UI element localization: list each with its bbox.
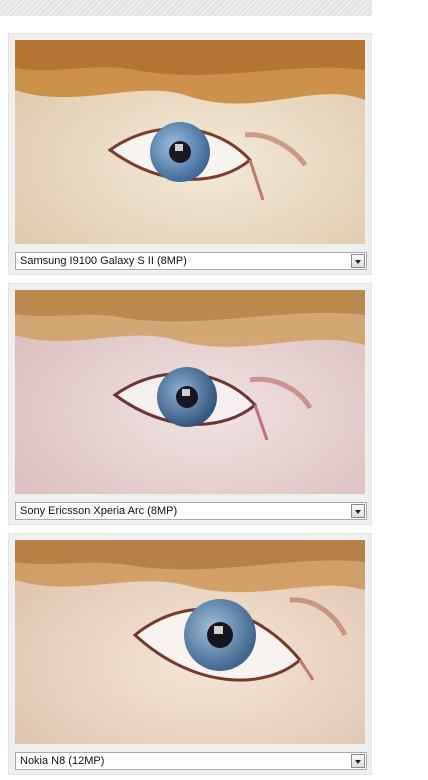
camera-select-1[interactable]: Samsung I9100 Galaxy S II (8MP): [15, 252, 367, 270]
camera-sample-panel-2: Sony Ericsson Xperia Arc (8MP): [8, 283, 372, 525]
camera-select-3-value: Nokia N8 (12MP): [20, 755, 105, 767]
top-scroll-strip: [0, 0, 372, 16]
eye-photo-2: [15, 290, 365, 494]
camera-sample-panel-3: Nokia N8 (12MP): [8, 533, 372, 775]
eye-photo-svg-2: [15, 290, 365, 494]
eye-photo-svg-1: [15, 40, 365, 244]
dropdown-arrow-icon[interactable]: [351, 754, 365, 768]
dropdown-arrow-icon[interactable]: [351, 254, 365, 268]
camera-sample-panel-1: Samsung I9100 Galaxy S II (8MP): [8, 33, 372, 275]
eye-photo-svg-3: [15, 540, 365, 744]
camera-select-1-value: Samsung I9100 Galaxy S II (8MP): [20, 255, 187, 267]
camera-select-2[interactable]: Sony Ericsson Xperia Arc (8MP): [15, 502, 367, 520]
eye-photo-1: [15, 40, 365, 244]
eye-photo-3: [15, 540, 365, 744]
camera-select-2-value: Sony Ericsson Xperia Arc (8MP): [20, 505, 178, 517]
dropdown-arrow-icon[interactable]: [351, 504, 365, 518]
camera-select-3[interactable]: Nokia N8 (12MP): [15, 752, 367, 770]
